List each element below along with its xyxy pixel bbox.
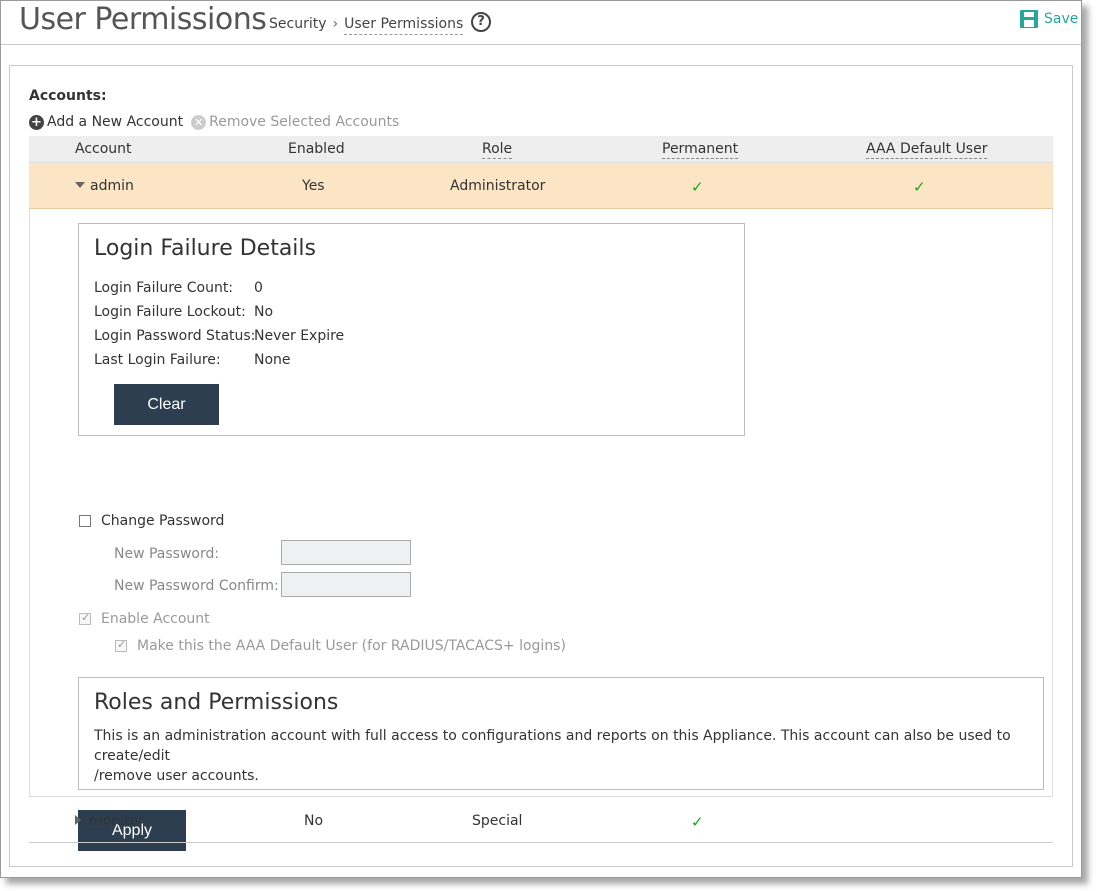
aaa-default-row[interactable]: Make this the AAA Default User (for RADI… [115, 638, 566, 654]
change-password-label: Change Password [101, 513, 225, 529]
enable-account-checkbox[interactable] [79, 611, 91, 625]
save-label: Save [1044, 11, 1079, 27]
table-row-monitor[interactable]: monitor No Special ✓ [29, 798, 1053, 843]
change-password-checkbox[interactable] [79, 515, 91, 527]
breadcrumb-user-permissions[interactable]: User Permissions [344, 16, 464, 35]
detail-label: Login Failure Lockout: [94, 304, 246, 320]
breadcrumb-security[interactable]: Security [269, 16, 327, 32]
page-title: User Permissions [19, 2, 267, 37]
account-cell[interactable]: admin [75, 178, 134, 194]
roles-permissions-box: Roles and Permissions This is an adminis… [78, 677, 1044, 790]
column-header-permanent[interactable]: Permanent [662, 141, 739, 159]
column-header-enabled[interactable]: Enabled [288, 141, 345, 157]
detail-value: 0 [254, 280, 263, 296]
breadcrumb-separator-icon: › [332, 16, 339, 32]
page-header: User Permissions Security › User Permissio… [1, 1, 1081, 45]
triangle-right-icon[interactable] [75, 815, 81, 825]
roles-description-line-1: This is an administration account with f… [94, 728, 1011, 764]
enabled-cell: No [304, 813, 324, 829]
enable-account-row[interactable]: Enable Account [79, 611, 210, 627]
roles-permissions-title: Roles and Permissions [94, 690, 339, 715]
detail-label: Last Login Failure: [94, 352, 221, 368]
accounts-table-header: Account Enabled Role Permanent AAA Defau… [29, 136, 1053, 163]
login-password-status: Login Password Status: Never Expire [94, 328, 344, 344]
roles-description-line-2: /remove user accounts. [94, 768, 259, 784]
new-password-label: New Password: [114, 546, 220, 562]
triangle-down-icon[interactable] [75, 182, 85, 188]
enabled-cell: Yes [302, 178, 325, 194]
login-failure-lockout: Login Failure Lockout: No [94, 304, 273, 320]
login-failure-count: Login Failure Count: 0 [94, 280, 263, 296]
detail-label: Login Failure Count: [94, 280, 234, 296]
role-cell: Special [472, 813, 523, 829]
column-header-aaa-default-user[interactable]: AAA Default User [866, 141, 988, 159]
new-password-confirm-input[interactable] [281, 572, 411, 597]
column-header-account[interactable]: Account [75, 141, 132, 157]
account-details: Login Failure Details Login Failure Coun… [29, 209, 1053, 851]
add-account-button[interactable]: + Add a New Account [29, 114, 183, 130]
account-name: monitor [89, 813, 144, 829]
detail-value: Never Expire [254, 328, 345, 344]
add-account-label: Add a New Account [47, 114, 184, 130]
help-icon[interactable]: ? [471, 12, 491, 32]
enable-account-label: Enable Account [101, 611, 210, 627]
new-password-confirm-label: New Password Confirm: [114, 578, 279, 594]
accounts-label: Accounts: [29, 88, 107, 104]
clear-button[interactable]: Clear [114, 384, 219, 425]
save-button[interactable]: Save [1019, 8, 1078, 30]
x-circle-icon: ✕ [191, 114, 207, 130]
role-cell: Administrator [450, 178, 546, 194]
change-password-row[interactable]: Change Password [79, 513, 224, 529]
account-actions: + Add a New Account ✕ Remove Selected Ac… [29, 114, 399, 130]
detail-value: None [254, 352, 291, 368]
detail-value: No [254, 304, 274, 320]
account-cell[interactable]: monitor [75, 813, 144, 829]
plus-circle-icon: + [29, 114, 44, 130]
remove-accounts-label: Remove Selected Accounts [209, 114, 400, 130]
last-login-failure: Last Login Failure: None [94, 352, 291, 368]
permanent-check-icon: ✓ [691, 813, 704, 831]
detail-label: Login Password Status: [94, 328, 256, 344]
aaa-default-checkbox[interactable] [115, 638, 127, 652]
table-row-admin[interactable]: admin Yes Administrator ✓ ✓ [29, 163, 1053, 209]
breadcrumb: Security › User Permissions [269, 16, 464, 35]
floppy-disk-icon [1020, 10, 1038, 28]
aaa-default-label: Make this the AAA Default User (for RADI… [137, 638, 566, 654]
aaa-default-check-icon: ✓ [913, 178, 926, 196]
roles-permissions-description: This is an administration account with f… [94, 726, 1034, 786]
column-header-role[interactable]: Role [482, 141, 513, 159]
remove-accounts-button[interactable]: ✕ Remove Selected Accounts [191, 114, 399, 130]
new-password-input[interactable] [281, 540, 411, 565]
app-window: User Permissions Security › User Permissio… [0, 0, 1082, 878]
accounts-panel: Accounts: + Add a New Account ✕ Remove S… [9, 65, 1073, 867]
login-failure-box: Login Failure Details Login Failure Coun… [78, 223, 745, 436]
permanent-check-icon: ✓ [691, 178, 704, 196]
account-name: admin [90, 178, 134, 194]
login-failure-title: Login Failure Details [94, 236, 316, 261]
